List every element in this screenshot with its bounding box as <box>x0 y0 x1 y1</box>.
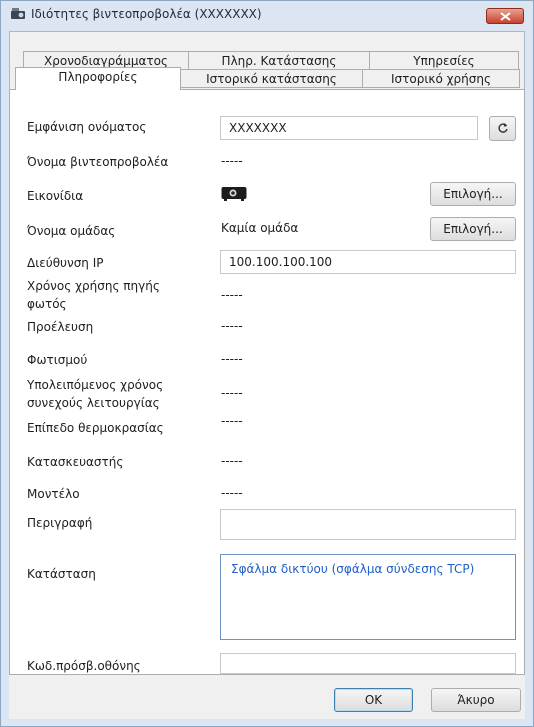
description-label: Περιγραφή <box>27 516 93 530</box>
projector-name-label: Όνομα βιντεοπροβολέα <box>27 155 169 169</box>
ok-button[interactable]: OK <box>334 688 413 712</box>
cancel-button[interactable]: Άκυρο <box>431 688 521 712</box>
status-textbox[interactable]: Σφάλμα δικτύου (σφάλμα σύνδεσης TCP) <box>220 554 516 640</box>
description-input[interactable] <box>220 509 516 540</box>
status-value: Σφάλμα δικτύου (σφάλμα σύνδεσης TCP) <box>231 562 475 576</box>
tab-services[interactable]: Υπηρεσίες <box>369 51 519 70</box>
refresh-button[interactable] <box>489 116 516 141</box>
lighting-label: Φωτισμού <box>27 353 88 367</box>
status-label: Κατάσταση <box>27 567 96 581</box>
temperature-label: Επίπεδο θερμοκρασίας <box>27 421 164 435</box>
ip-address-label: Διεύθυνση IP <box>27 256 104 270</box>
close-button[interactable] <box>486 8 524 24</box>
title-bar[interactable]: Ιδιότητες βιντεοπροβολέα (XXXXXXX) <box>1 1 533 29</box>
manufacturer-value: ----- <box>221 454 243 468</box>
group-select-button[interactable]: Επιλογή... <box>430 217 516 241</box>
close-icon <box>500 12 511 21</box>
lighting-value: ----- <box>221 352 243 366</box>
remaining-time-label-line2: συνεχούς λειτουργίας <box>27 396 160 410</box>
icon-select-button[interactable]: Επιλογή... <box>430 182 516 206</box>
remaining-time-value: ----- <box>221 386 243 400</box>
lamp-hours-value: ----- <box>221 288 243 302</box>
display-name-input[interactable]: XXXXXXX <box>220 116 478 140</box>
projector-name-value: ----- <box>221 154 243 168</box>
remaining-time-label-line1: Υπολειπόμενος χρόνος <box>27 378 164 392</box>
ip-address-input[interactable]: 100.100.100.100 <box>220 250 516 274</box>
tab-usage-history[interactable]: Ιστορικό χρήσης <box>362 69 520 88</box>
tab-status-info[interactable]: Πληρ. Κατάστασης <box>188 51 370 70</box>
manufacturer-label: Κατασκευαστής <box>27 455 124 469</box>
lamp-hours-label-line2: φωτός <box>27 297 67 311</box>
refresh-icon <box>498 123 508 133</box>
model-label: Μοντέλο <box>27 487 80 501</box>
group-name-value: Καμία ομάδα <box>221 221 299 235</box>
window-title: Ιδιότητες βιντεοπροβολέα (XXXXXXX) <box>31 7 262 21</box>
model-value: ----- <box>221 486 243 500</box>
icons-label: Εικονίδια <box>27 189 84 203</box>
properties-window: Ιδιότητες βιντεοπροβολέα (XXXXXXX) Χρονο… <box>0 0 534 727</box>
display-name-label: Εμφάνιση ονόματος <box>27 120 147 134</box>
temperature-value: ----- <box>221 414 243 428</box>
tab-information[interactable]: Πληροφορίες <box>15 67 181 90</box>
projector-icon <box>221 187 247 201</box>
projector-app-icon <box>11 8 25 19</box>
source-label: Προέλευση <box>27 320 94 334</box>
group-name-label: Όνομα ομάδας <box>27 224 116 238</box>
tab-status-history[interactable]: Ιστορικό κατάστασης <box>180 69 363 88</box>
lamp-hours-label-line1: Χρόνος χρήσης πηγής <box>27 279 160 293</box>
screen-code-input[interactable] <box>220 653 516 674</box>
screen-code-label: Κωδ.πρόσβ.οθόνης <box>27 659 141 673</box>
source-value: ----- <box>221 319 243 333</box>
